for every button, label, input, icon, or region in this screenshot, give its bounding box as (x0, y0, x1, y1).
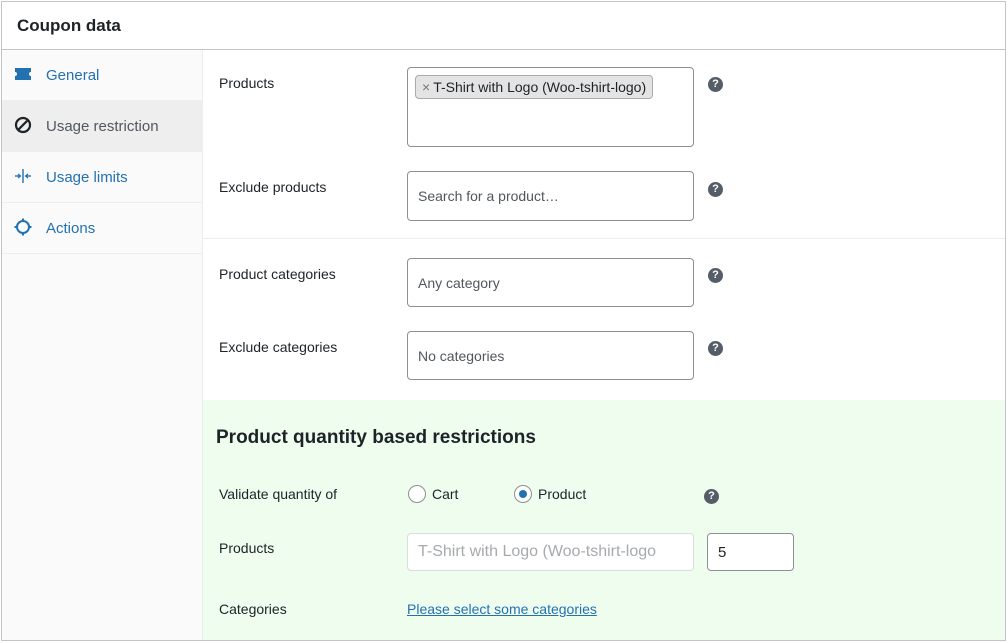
remove-product-icon[interactable]: × (422, 79, 430, 95)
quantity-product-value: T-Shirt with Logo (Woo-tshirt-logo (418, 543, 657, 560)
products-help-icon[interactable]: ? (708, 77, 723, 92)
tab-usage-limits[interactable]: Usage limits (2, 152, 203, 203)
tab-usage-restriction[interactable]: Usage restriction (2, 101, 203, 152)
tab-actions-label: Actions (46, 220, 96, 237)
exclude-categories-label: Exclude categories (219, 339, 338, 355)
quantity-categories-label: Categories (219, 601, 287, 617)
exclude-products-help-icon[interactable]: ? (708, 182, 723, 197)
exclude-categories-placeholder: No categories (418, 348, 505, 364)
quantity-products-label: Products (219, 540, 275, 556)
block-icon (14, 116, 32, 134)
tab-usage-restriction-label: Usage restriction (46, 118, 159, 135)
tab-actions[interactable]: Actions (2, 203, 203, 254)
product-categories-input[interactable]: Any category (407, 258, 694, 307)
exclude-products-label: Exclude products (219, 179, 327, 195)
cart-radio[interactable] (408, 485, 426, 503)
section-divider (203, 238, 1005, 239)
selected-product-chip: × T-Shirt with Logo (Woo-tshirt-logo) (415, 75, 654, 99)
tab-usage-limits-label: Usage limits (46, 169, 128, 186)
ticket-icon (15, 68, 31, 80)
quantity-restrictions-title: Product quantity based restrictions (216, 427, 536, 448)
validate-quantity-label: Validate quantity of (219, 486, 338, 502)
cart-radio-label[interactable]: Cart (432, 486, 458, 502)
product-categories-label: Product categories (219, 266, 336, 282)
panel-title: Coupon data (17, 16, 121, 35)
gear-icon (14, 218, 32, 236)
product-categories-placeholder: Any category (418, 275, 500, 291)
usage-restriction-panel: Products × T-Shirt with Logo (Woo-tshirt-… (203, 50, 1005, 640)
tab-general-label: General (46, 67, 100, 84)
exclude-categories-input[interactable]: No categories (407, 331, 694, 380)
quantity-product-field: T-Shirt with Logo (Woo-tshirt-logo (407, 533, 694, 571)
exclude-products-placeholder: Search for a product… (418, 188, 559, 204)
exclude-products-input[interactable]: Search for a product… (407, 171, 694, 221)
quantity-value: 5 (718, 544, 727, 561)
product-radio[interactable] (514, 485, 532, 503)
exclude-categories-help-icon[interactable]: ? (708, 341, 723, 356)
product-radio-label[interactable]: Product (538, 486, 586, 502)
quantity-input[interactable]: 5 (707, 533, 794, 571)
selected-product-label: T-Shirt with Logo (Woo-tshirt-logo) (433, 79, 647, 95)
limits-icon (15, 169, 31, 183)
products-label: Products (219, 75, 275, 91)
select-categories-link[interactable]: Please select some categories (407, 601, 597, 617)
validate-quantity-help-icon[interactable]: ? (704, 489, 719, 504)
quantity-restrictions-section: Product quantity based restrictions Vali… (203, 400, 1005, 640)
tab-general[interactable]: General (2, 50, 203, 101)
coupon-data-panel: Coupon data General Usage restriction Us… (1, 1, 1006, 641)
panel-header: Coupon data (2, 2, 1005, 50)
products-select[interactable]: × T-Shirt with Logo (Woo-tshirt-logo) (407, 67, 694, 147)
sidebar: General Usage restriction Usage limits A… (2, 50, 203, 640)
product-categories-help-icon[interactable]: ? (708, 268, 723, 283)
